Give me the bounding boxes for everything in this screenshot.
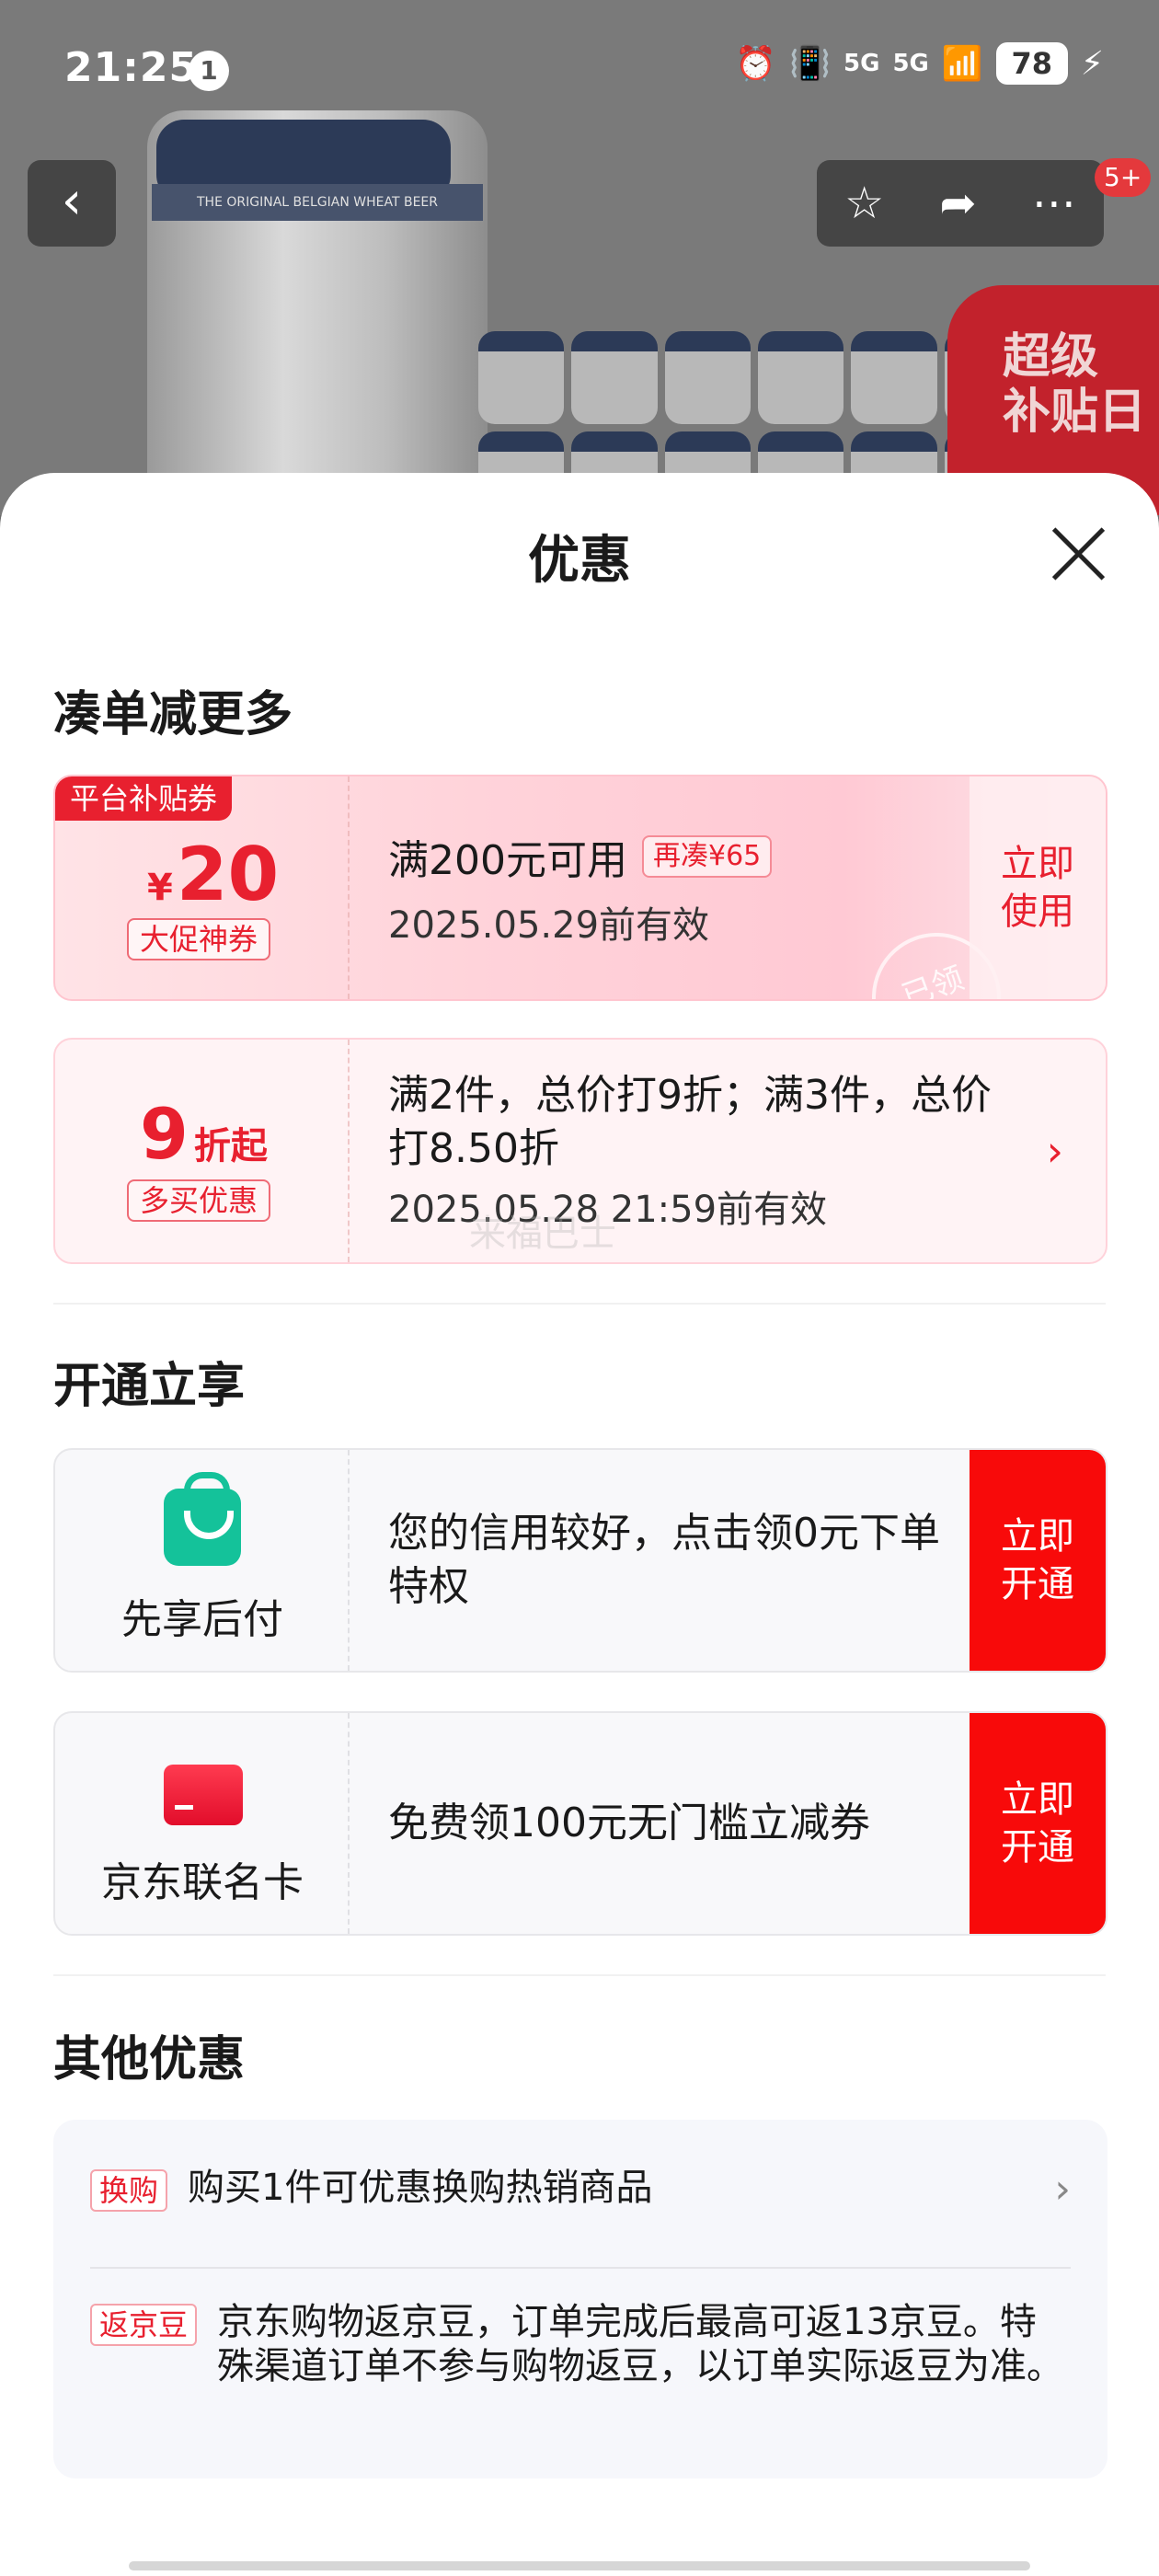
beer-can-label: THE ORIGINAL BELGIAN WHEAT BEER (152, 184, 483, 221)
status-icons: ⏰ 📳 5G 5G 📶 78 ⚡ (735, 42, 1104, 85)
sheet-title: 优惠 (528, 531, 631, 591)
jd-bean-offer-row: 返京豆 京东购物返京豆，订单完成后最高可返13京豆。特殊渠道订单不参与购物返豆，… (90, 2300, 1071, 2388)
pay-later-text: 您的信用较好，点击领0元下单特权 (388, 1510, 940, 1610)
pay-later-details: 您的信用较好，点击领0元下单特权 (388, 1450, 958, 1671)
open-co-branded-button[interactable]: 立即 开通 (970, 1713, 1106, 1934)
co-branded-card-offer[interactable]: 京东联名卡 免费领100元无门槛立减券 立即 开通 (53, 1711, 1107, 1936)
signal-icon: 5G (892, 50, 929, 77)
more-icon[interactable]: ⋯ (1032, 178, 1076, 229)
gesture-bar (129, 2561, 1030, 2570)
remaining-amount-chip: 再凑¥65 (641, 835, 773, 878)
vibrate-icon: 📳 (789, 45, 832, 83)
trade-in-tag: 换购 (90, 2169, 168, 2212)
close-icon[interactable] (1049, 524, 1107, 583)
credit-card-icon (164, 1752, 243, 1825)
notification-icon: 1 (189, 51, 229, 91)
co-branded-name: 京东联名卡 (101, 1859, 304, 1906)
discount-type-chip: 多买优惠 (127, 1179, 271, 1222)
shopping-bag-icon (164, 1472, 241, 1566)
open-button-label: 立即 开通 (1001, 1778, 1074, 1869)
other-offers-box: 换购 购买1件可优惠换购热销商品 › 返京豆 京东购物返京豆，订单完成后最高可返… (53, 2120, 1107, 2478)
share-icon[interactable]: ➦ (939, 178, 976, 229)
section-title-open: 开通立享 (53, 1359, 246, 1414)
open-pay-later-button[interactable]: 立即 开通 (970, 1450, 1106, 1671)
jd-bean-text: 京东购物返京豆，订单完成后最高可返13京豆。特殊渠道订单不参与购物返豆，以订单实… (217, 2301, 1064, 2387)
coupon-amount: ¥ 20 (147, 832, 279, 917)
use-now-button[interactable]: 立即 使用 (970, 776, 1106, 999)
section-divider (53, 1303, 1106, 1305)
favorite-star-icon[interactable]: ☆ (844, 178, 884, 229)
jd-bean-tag: 返京豆 (90, 2304, 198, 2346)
trade-in-text: 购买1件可优惠换购热销商品 (188, 2167, 653, 2209)
coupon-condition: 满200元可用 (388, 837, 627, 884)
signal-icon: 5G (843, 50, 880, 77)
coupon-condition-line: 满200元可用 再凑¥65 (388, 827, 958, 886)
discount-rule: 满2件，总价打9折；满3件，总价打8.50折 (388, 1072, 992, 1172)
use-now-label: 立即 使用 (1001, 843, 1074, 933)
platform-subsidy-tag: 平台补贴券 (55, 776, 233, 821)
pay-later-card[interactable]: 先享后付 您的信用较好，点击领0元下单特权 立即 开通 (53, 1448, 1107, 1673)
co-branded-text: 免费领100元无门槛立减券 (388, 1800, 870, 1846)
watermark-text: 来福巴士 (469, 1213, 616, 1255)
chevron-right-icon: › (1054, 2166, 1071, 2213)
section-divider (53, 1974, 1106, 1976)
co-branded-brand: 京东联名卡 (55, 1713, 350, 1934)
alarm-icon: ⏰ (735, 45, 777, 83)
back-button[interactable]: ‹ (28, 160, 116, 247)
status-bar: 21:25 1 ⏰ 📳 5G 5G 📶 78 ⚡ (0, 0, 1159, 138)
discount-suffix: 折起 (193, 1125, 268, 1167)
pay-later-name: 先享后付 (121, 1596, 283, 1643)
coupon-details: 满200元可用 再凑¥65 2025.05.29前有效 (388, 776, 958, 999)
section-title-combine: 凑单减更多 (53, 687, 293, 742)
status-time: 21:25 (64, 44, 199, 91)
currency-symbol: ¥ (147, 867, 173, 909)
discount-value-area: 9 折起 多买优惠 (55, 1040, 350, 1262)
offers-sheet: 优惠 凑单减更多 平台补贴券 ¥ 20 大促神券 满200元可用 再凑¥65 2… (0, 473, 1159, 2576)
charging-icon: ⚡ (1080, 44, 1104, 83)
coupon-type-chip: 大促神券 (127, 918, 271, 960)
open-button-label: 立即 开通 (1001, 1515, 1074, 1605)
chevron-right-icon: › (1046, 1126, 1063, 1176)
wifi-icon: 📶 (941, 45, 983, 83)
discount-rate: 9 折起 (140, 1093, 268, 1175)
coupon-amount-value: 20 (176, 832, 280, 917)
coupon-validity: 2025.05.29前有效 (388, 904, 710, 947)
message-badge: 5+ (1095, 158, 1152, 197)
row-divider (90, 2267, 1071, 2269)
header-actions: ☆ ➦ ⋯ (817, 160, 1104, 247)
coupon-value-area: 平台补贴券 ¥ 20 大促神券 (55, 776, 350, 999)
co-branded-details: 免费领100元无门槛立减券 (388, 1713, 958, 1934)
section-title-other: 其他优惠 (53, 2032, 246, 2087)
battery-icon: 78 (995, 42, 1068, 85)
pay-later-brand: 先享后付 (55, 1450, 350, 1671)
coupon-card[interactable]: 平台补贴券 ¥ 20 大促神券 满200元可用 再凑¥65 2025.05.29… (53, 775, 1107, 1001)
chevron-left-icon: ‹ (61, 171, 83, 231)
trade-in-offer-row[interactable]: 换购 购买1件可优惠换购热销商品 › (90, 2166, 1071, 2213)
discount-number: 9 (140, 1093, 189, 1175)
